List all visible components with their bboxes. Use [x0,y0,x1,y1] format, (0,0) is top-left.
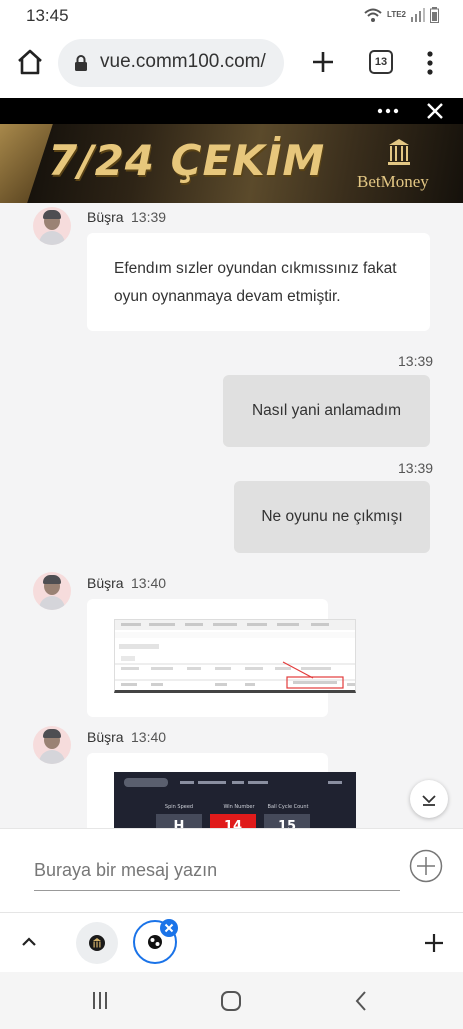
recent-apps-icon [93,992,107,1009]
plus-icon [425,934,443,952]
screenshot-table-graphic [115,620,355,689]
attached-screenshot[interactable] [114,619,356,693]
close-tab-button[interactable] [160,919,178,937]
status-bar: 13:45 LTE2 [0,0,463,32]
avatar-body [39,750,65,764]
chevron-down-icon [422,795,436,806]
betmoney-logo-icon [388,139,410,165]
more-vert-icon [427,51,433,75]
status-time: 13:45 [26,6,69,25]
visitor-message-bubble: Nasıl yani anlamadım [223,375,430,447]
game-label-spin: Spin Speed [165,804,193,810]
visitor-message-bubble: Ne oyunu ne çıkmışı [234,481,430,553]
avatar [33,572,71,610]
browser-toolbar: vue.comm100.com/ 13 [0,32,463,94]
add-circle-icon [409,849,443,883]
avatar-hair [43,729,61,738]
game-label-cycle: Ball Cycle Count [268,804,309,810]
attach-button[interactable] [409,849,443,883]
message-time: 13:40 [131,729,167,745]
game-label-win: Win Number [223,804,255,810]
tab-thumbnail-betmoney[interactable] [76,922,118,964]
message-time: 13:40 [131,575,167,591]
chat-close-button[interactable] [424,100,446,122]
status-icons: LTE2 [363,7,439,23]
signal-icon [411,8,425,22]
game-value-spin: H [174,819,185,828]
message-time: 13:39 [131,209,167,225]
close-icon [427,103,443,119]
more-horiz-icon [377,108,399,114]
expand-tabs-button[interactable] [18,931,40,953]
banner-headline: 7/24 ÇEKİM [48,136,326,185]
agent-image-bubble: Spin Speed Win Number Ball Cycle Count H… [87,753,356,828]
message-time: 13:39 [398,460,434,476]
network-label: LTE2 [387,10,406,19]
promo-banner: 7/24 ÇEKİM BetMoney [0,124,463,203]
message-text: Ne oyunu ne çıkmışı [261,508,403,525]
plus-icon [313,52,333,72]
home-icon [18,49,42,75]
message-input[interactable] [34,851,400,891]
back-icon [355,991,366,1011]
game-value-cycle: 15 [278,819,296,828]
avatar-hair [43,210,61,219]
home-circle-icon [221,991,241,1011]
url-text: vue.comm100.com/ [100,51,266,72]
add-tab-button[interactable] [422,931,446,955]
screenshot-game-graphic: Spin Speed Win Number Ball Cycle Count H… [124,778,342,828]
chat-messages[interactable]: Büşra 13:39 Efendım sızler oyundan cıkmı… [0,203,463,828]
tab-strip [0,912,463,972]
system-nav-bar [0,972,463,1029]
avatar-hair [43,575,61,584]
agent-name: Büşra [87,209,124,225]
message-composer [0,828,463,908]
battery-icon [430,7,439,23]
agent-name: Büşra [87,575,124,591]
lock-icon [75,55,87,71]
avatar [33,726,71,764]
scroll-to-bottom-button[interactable] [410,780,448,818]
chevron-up-icon [22,937,36,946]
banner-stripe [0,124,53,203]
message-time: 13:39 [398,353,434,369]
message-text: Efendım sızler oyundan cıkmıssınız fakat… [114,260,397,305]
banner-brand: BetMoney [357,172,429,191]
home-nav-button[interactable] [216,987,246,1015]
game-value-win: 14 [224,819,242,828]
chat-window-header [0,98,463,124]
agent-name: Büşra [87,729,124,745]
message-text: Nasıl yani anlamadım [251,402,402,419]
tab-switcher-button[interactable]: 13 [369,50,393,74]
avatar-body [39,231,65,245]
home-button[interactable] [14,46,46,78]
avatar [33,207,71,245]
address-bar[interactable]: vue.comm100.com/ [58,39,284,87]
new-tab-button[interactable] [308,47,338,77]
back-button[interactable] [346,987,376,1015]
betmoney-favicon-icon [89,935,105,951]
attached-screenshot[interactable]: Spin Speed Win Number Ball Cycle Count H… [114,772,356,828]
chat-options-button[interactable] [373,100,403,122]
agent-image-bubble [87,599,356,717]
recent-apps-button[interactable] [84,988,116,1014]
wifi-icon [364,8,382,22]
agent-message-bubble: Efendım sızler oyundan cıkmıssınız fakat… [87,233,430,331]
avatar-body [39,596,65,610]
browser-menu-button[interactable] [420,48,440,78]
close-icon [164,923,174,933]
